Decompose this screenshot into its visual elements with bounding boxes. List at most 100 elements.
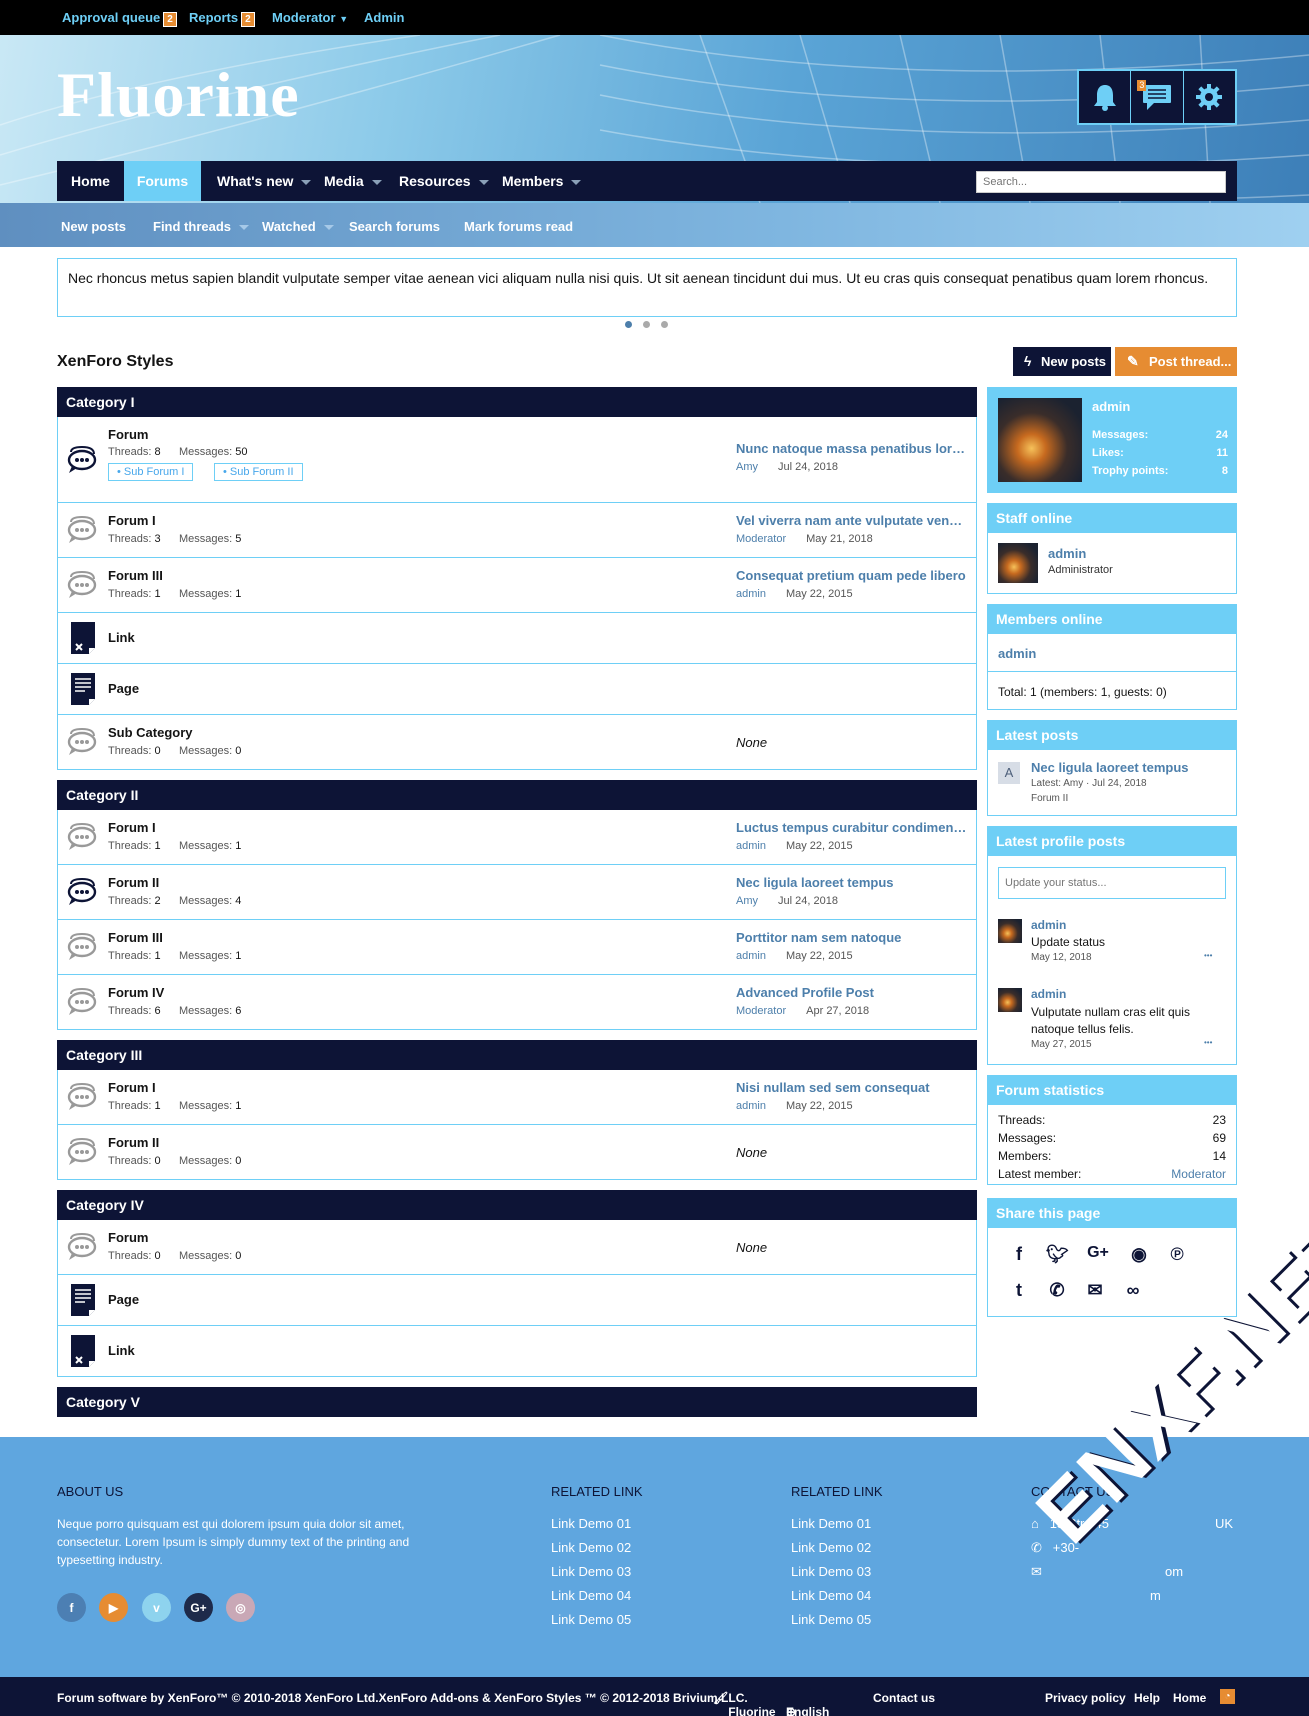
contact-us-link[interactable]: Contact us — [873, 1691, 935, 1705]
link-node[interactable]: Link — [58, 613, 976, 664]
category-header[interactable]: Category IV — [57, 1190, 977, 1220]
subnav-watched[interactable]: Watched — [262, 219, 334, 234]
forum-title[interactable]: Forum II — [108, 1135, 159, 1150]
online-member[interactable]: admin — [998, 646, 1036, 661]
google-plus-icon[interactable]: G+ — [184, 1593, 213, 1622]
settings-button[interactable] — [1184, 71, 1235, 123]
page-node[interactable]: Page — [58, 1275, 976, 1326]
reports-link[interactable]: Reports 2 — [189, 10, 255, 27]
forum-node[interactable]: Forum II Threads: 0 Messages: 0 None — [58, 1125, 976, 1179]
forum-node[interactable]: Forum Threads: 0 Messages: 0 None — [58, 1220, 976, 1275]
footer-link[interactable]: Link Demo 01 — [551, 1516, 631, 1531]
site-logo[interactable]: Fluorine — [57, 63, 300, 127]
subnav-new-posts[interactable]: New posts — [61, 219, 126, 234]
avatar[interactable]: A — [998, 762, 1020, 784]
subnav-find-threads[interactable]: Find threads — [153, 219, 250, 234]
tab-resources[interactable]: Resources — [399, 161, 489, 201]
forum-title[interactable]: Sub Category — [108, 725, 193, 740]
latest-user-link[interactable]: Moderator — [736, 1005, 786, 1017]
whatsapp-icon[interactable]: ✆ — [1046, 1280, 1068, 1301]
page-title-node[interactable]: Page — [108, 1292, 139, 1307]
forum-node[interactable]: Forum I Threads: 1 Messages: 1 Nisi null… — [58, 1070, 976, 1125]
twitter-icon[interactable]: 🐦︎ — [1046, 1244, 1069, 1265]
google-plus-icon[interactable]: G+ — [1084, 1244, 1112, 1265]
latest-thread-link[interactable]: Nunc natoque massa penatibus lorem — [736, 441, 968, 456]
latest-thread-link[interactable]: Consequat pretium quam pede libero — [736, 568, 968, 583]
footer-link[interactable]: Link Demo 03 — [551, 1564, 631, 1579]
link-title[interactable]: Link — [108, 630, 135, 645]
forum-title[interactable]: Forum III — [108, 930, 163, 945]
profile-post-user[interactable]: admin — [1031, 918, 1066, 932]
latest-user-link[interactable]: admin — [736, 840, 766, 852]
tumblr-icon[interactable]: t — [1008, 1280, 1030, 1301]
tab-members[interactable]: Members — [502, 161, 582, 201]
new-posts-button[interactable]: ϟ New posts — [1013, 347, 1111, 376]
style-chooser[interactable]: 🖌︎ Fluorine — [713, 1691, 776, 1716]
latest-thread-link[interactable]: Nec ligula laoreet tempus — [736, 875, 968, 890]
footer-link[interactable]: Link Demo 01 — [791, 1516, 871, 1531]
footer-link[interactable]: Link Demo 04 — [791, 1588, 871, 1603]
page-node[interactable]: Page — [58, 664, 976, 715]
moderator-menu[interactable]: Moderator ▼ — [272, 10, 348, 25]
footer-link[interactable]: Link Demo 03 — [791, 1564, 871, 1579]
category-header[interactable]: Category III — [57, 1040, 977, 1070]
more-options-icon[interactable]: ••• — [1204, 1038, 1212, 1047]
latest-user-link[interactable]: admin — [736, 1100, 766, 1112]
privacy-link[interactable]: Privacy policy — [1045, 1691, 1126, 1705]
avatar[interactable] — [998, 988, 1022, 1012]
latest-thread-link[interactable]: Porttitor nam sem natoque — [736, 930, 968, 945]
forum-title[interactable]: Forum — [108, 1230, 148, 1245]
youtube-icon[interactable]: ▶ — [99, 1593, 128, 1622]
carousel-dot[interactable] — [643, 321, 650, 328]
forum-title[interactable]: Forum I — [108, 1080, 156, 1095]
footer-link[interactable]: Link Demo 05 — [791, 1612, 871, 1627]
latest-thread-link[interactable]: Nisi nullam sed sem consequat — [736, 1080, 968, 1095]
footer-link[interactable]: Link Demo 04 — [551, 1588, 631, 1603]
forum-title[interactable]: Forum — [108, 427, 148, 442]
footer-link[interactable]: Link Demo 02 — [791, 1540, 871, 1555]
help-link[interactable]: Help — [1134, 1691, 1160, 1705]
latest-user-link[interactable]: Amy — [736, 461, 758, 473]
home-link[interactable]: Home — [1173, 1691, 1206, 1705]
forum-node[interactable]: Forum I Threads: 1 Messages: 1 Luctus te… — [58, 810, 976, 865]
approval-queue-link[interactable]: Approval queue 2 — [62, 10, 177, 27]
forum-node[interactable]: Forum II Threads: 2 Messages: 4 Nec ligu… — [58, 865, 976, 920]
carousel-dot[interactable] — [661, 321, 668, 328]
facebook-icon[interactable]: f — [1008, 1244, 1030, 1265]
latest-thread-link[interactable]: Luctus tempus curabitur condimentum — [736, 820, 968, 835]
avatar[interactable] — [998, 398, 1082, 482]
avatar[interactable] — [998, 543, 1038, 583]
latest-thread-link[interactable]: Vel viverra nam ante vulputate venen... — [736, 513, 968, 528]
tab-home[interactable]: Home — [57, 161, 124, 201]
latest-user-link[interactable]: Moderator — [736, 533, 786, 545]
category-header[interactable]: Category I — [57, 387, 977, 417]
alerts-button[interactable] — [1079, 71, 1132, 123]
latest-post-forum[interactable]: Forum II — [1031, 793, 1068, 804]
latest-member-link[interactable]: Moderator — [1171, 1165, 1226, 1183]
status-input[interactable] — [998, 867, 1226, 899]
post-thread-button[interactable]: ✎ Post thread... — [1115, 347, 1237, 376]
subnav-mark-read[interactable]: Mark forums read — [464, 219, 573, 234]
tab-media[interactable]: Media — [324, 161, 382, 201]
latest-thread-link[interactable]: Advanced Profile Post — [736, 985, 968, 1000]
avatar[interactable] — [998, 919, 1022, 943]
visitor-name[interactable]: admin — [1092, 399, 1130, 414]
email-icon[interactable]: ✉ — [1084, 1280, 1106, 1301]
latest-post-link[interactable]: Nec ligula laoreet tempus — [1031, 760, 1189, 775]
page-title-node[interactable]: Page — [108, 681, 139, 696]
forum-title[interactable]: Forum III — [108, 568, 163, 583]
more-options-icon[interactable]: ••• — [1204, 951, 1212, 960]
forum-node[interactable]: Forum IV Threads: 6 Messages: 6 Advanced… — [58, 975, 976, 1029]
forum-title[interactable]: Forum I — [108, 820, 156, 835]
instagram-icon[interactable]: ◎ — [226, 1593, 255, 1622]
search-input[interactable] — [976, 171, 1226, 193]
carousel-dot-active[interactable] — [625, 321, 632, 328]
conversations-button[interactable]: 3 — [1131, 71, 1184, 123]
forum-node[interactable]: Sub Category Threads: 0 Messages: 0 None — [58, 715, 976, 769]
tab-whats-new[interactable]: What's new — [217, 161, 312, 201]
staff-name[interactable]: admin — [1048, 546, 1086, 561]
facebook-icon[interactable]: f — [57, 1593, 86, 1622]
vimeo-icon[interactable]: v — [142, 1593, 171, 1622]
link-node[interactable]: Link — [58, 1326, 976, 1376]
latest-user-link[interactable]: admin — [736, 588, 766, 600]
